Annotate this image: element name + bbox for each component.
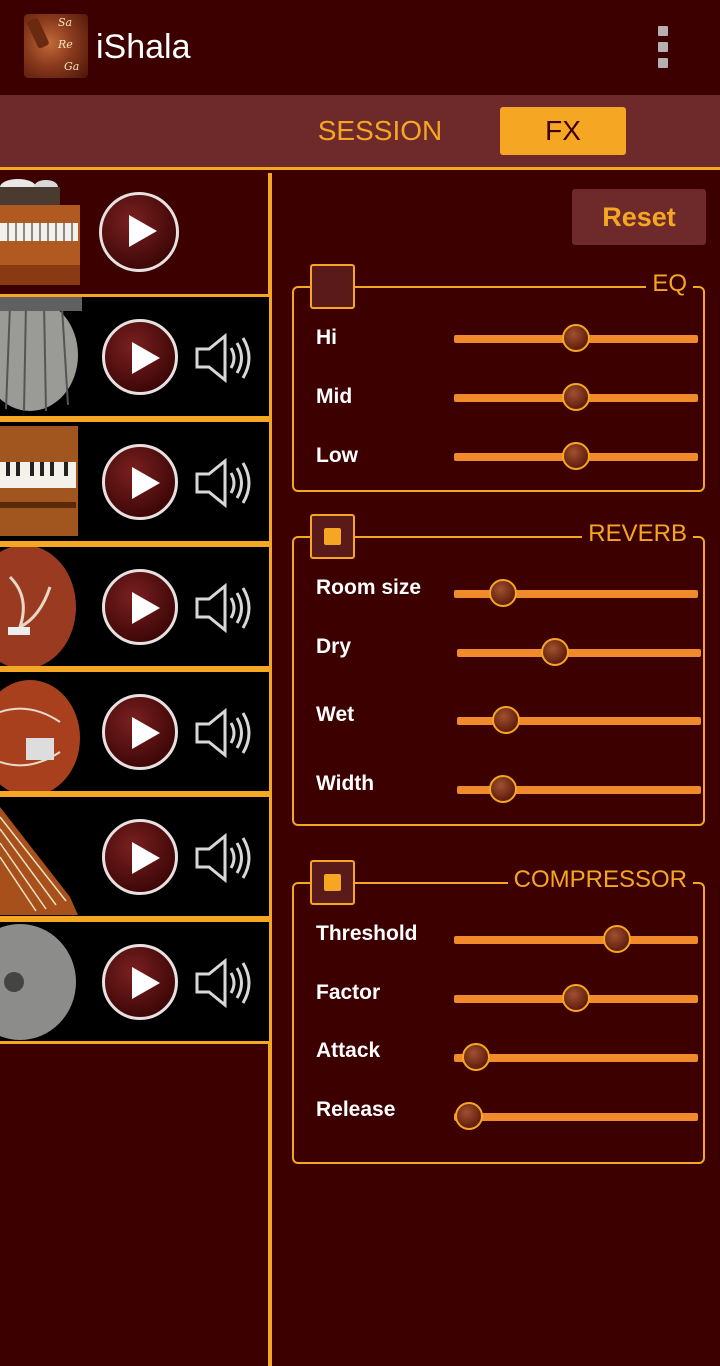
play-button[interactable] bbox=[102, 944, 178, 1020]
slider-thumb[interactable] bbox=[540, 638, 569, 666]
threshold-slider[interactable] bbox=[454, 925, 698, 953]
speaker-icon[interactable] bbox=[193, 583, 253, 633]
overflow-menu-icon[interactable] bbox=[652, 24, 676, 72]
reverb-title: REVERB bbox=[582, 520, 693, 548]
slider-label: Attack bbox=[316, 1039, 381, 1062]
speaker-icon[interactable] bbox=[193, 833, 253, 883]
instrument-list bbox=[0, 173, 272, 1366]
tab-session[interactable]: SESSION bbox=[300, 107, 460, 155]
sitar-icon bbox=[0, 672, 82, 791]
list-item bbox=[0, 544, 272, 669]
room-size-slider[interactable] bbox=[454, 579, 698, 607]
slider-thumb[interactable] bbox=[491, 706, 520, 734]
wet-slider[interactable] bbox=[457, 706, 701, 734]
eq-enable-checkbox[interactable] bbox=[310, 264, 355, 309]
compressor-enable-checkbox[interactable] bbox=[310, 860, 355, 905]
speaker-icon[interactable] bbox=[193, 958, 253, 1008]
slider-thumb[interactable] bbox=[461, 1043, 490, 1071]
slider-label: Mid bbox=[316, 385, 353, 408]
app-title: iShala bbox=[96, 28, 191, 66]
list-item bbox=[0, 173, 272, 293]
eq-low-slider[interactable] bbox=[454, 442, 698, 470]
compressor-panel: COMPRESSOR Threshold Factor Attack Relea… bbox=[292, 860, 705, 1164]
release-slider[interactable] bbox=[454, 1102, 698, 1130]
app-bar: Sa Re Ga iShala bbox=[0, 0, 720, 95]
list-item bbox=[0, 794, 272, 919]
slider-label: Wet bbox=[316, 703, 355, 726]
width-slider[interactable] bbox=[457, 775, 701, 803]
tabla-harmonium-icon bbox=[0, 173, 82, 292]
eq-title: EQ bbox=[646, 270, 693, 298]
list-item bbox=[0, 419, 272, 544]
play-button[interactable] bbox=[102, 694, 178, 770]
reverb-enable-checkbox[interactable] bbox=[310, 514, 355, 559]
slider-thumb[interactable] bbox=[562, 383, 590, 411]
slider-thumb[interactable] bbox=[562, 984, 590, 1012]
slider-label: Hi bbox=[316, 326, 337, 349]
play-button[interactable] bbox=[102, 819, 178, 895]
slider-thumb[interactable] bbox=[489, 775, 518, 803]
list-item bbox=[0, 669, 272, 794]
slider-thumb[interactable] bbox=[562, 324, 590, 352]
slider-label: Low bbox=[316, 444, 358, 467]
harmonium-icon bbox=[0, 422, 82, 541]
slider-label: Dry bbox=[316, 635, 352, 658]
speaker-icon[interactable] bbox=[193, 458, 253, 508]
slider-thumb[interactable] bbox=[562, 442, 590, 470]
slider-label: Threshold bbox=[316, 922, 418, 945]
factor-slider[interactable] bbox=[454, 984, 698, 1012]
eq-mid-slider[interactable] bbox=[454, 383, 698, 411]
list-item bbox=[0, 919, 272, 1044]
slider-label: Room size bbox=[316, 576, 422, 599]
slider-thumb[interactable] bbox=[454, 1102, 483, 1130]
manjira-icon bbox=[0, 922, 82, 1041]
app-logo: Sa Re Ga bbox=[24, 14, 88, 78]
slider-label: Release bbox=[316, 1098, 396, 1121]
eq-hi-slider[interactable] bbox=[454, 324, 698, 352]
reverb-panel: REVERB Room size Dry Wet Width bbox=[292, 514, 705, 826]
attack-slider[interactable] bbox=[454, 1043, 698, 1071]
slider-thumb[interactable] bbox=[603, 925, 632, 953]
eq-panel: EQ Hi Mid Low bbox=[292, 264, 705, 492]
play-button[interactable] bbox=[102, 319, 178, 395]
play-button[interactable] bbox=[102, 444, 178, 520]
tab-bar: SESSION FX bbox=[0, 95, 720, 170]
tab-fx[interactable]: FX bbox=[500, 107, 626, 155]
speaker-icon[interactable] bbox=[193, 333, 253, 383]
tabla-icon bbox=[0, 297, 82, 416]
tanpura-icon bbox=[0, 547, 82, 666]
reset-button[interactable]: Reset bbox=[572, 189, 706, 245]
compressor-title: COMPRESSOR bbox=[507, 866, 693, 894]
slider-label: Width bbox=[316, 772, 375, 795]
dry-slider[interactable] bbox=[457, 638, 701, 666]
play-button[interactable] bbox=[99, 192, 179, 272]
speaker-icon[interactable] bbox=[193, 708, 253, 758]
play-button[interactable] bbox=[102, 569, 178, 645]
slider-thumb[interactable] bbox=[488, 579, 517, 607]
swarmandal-icon bbox=[0, 797, 82, 916]
list-item bbox=[0, 294, 272, 419]
slider-label: Factor bbox=[316, 981, 381, 1004]
